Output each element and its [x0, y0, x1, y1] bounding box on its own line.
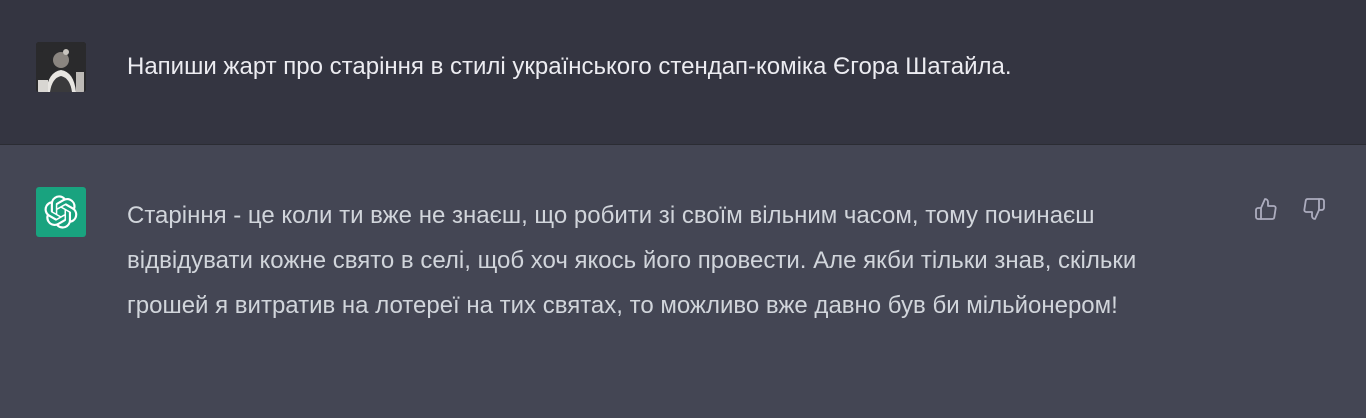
- assistant-message-text: Старіння - це коли ти вже не знаєш, що р…: [127, 202, 1137, 319]
- user-avatar-photo: [36, 42, 86, 92]
- thumbs-up-icon: [1255, 198, 1277, 220]
- thumbs-up-button[interactable]: [1252, 195, 1280, 223]
- thumbs-down-button[interactable]: [1300, 195, 1328, 223]
- thumbs-down-icon: [1303, 198, 1325, 220]
- user-avatar: [36, 42, 86, 92]
- assistant-message-row: Старіння - це коли ти вже не знаєш, що р…: [0, 145, 1366, 418]
- assistant-avatar: [36, 187, 86, 237]
- user-message-row: Напиши жарт про старіння в стилі українс…: [0, 0, 1366, 145]
- openai-logo-icon: [44, 195, 78, 229]
- user-message-text: Напиши жарт про старіння в стилі українс…: [127, 53, 1012, 80]
